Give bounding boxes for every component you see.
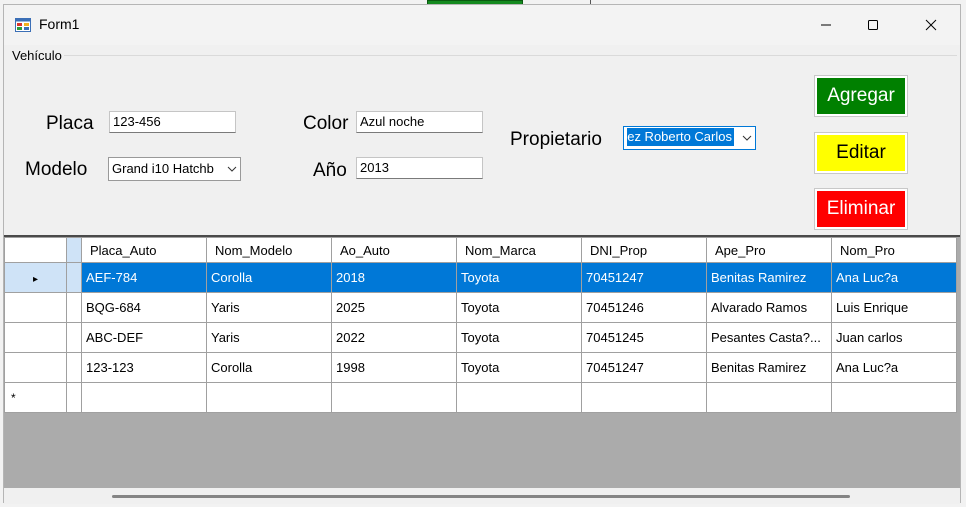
minimize-button[interactable] — [803, 5, 849, 45]
table-cell[interactable]: Luis Enrique — [831, 292, 957, 323]
horizontal-scrollbar-thumb[interactable] — [112, 495, 850, 498]
table-row[interactable]: ▸ AEF-784 Corolla 2018 Toyota 70451247 B… — [4, 262, 957, 293]
table-cell[interactable]: Pesantes Casta?... — [706, 322, 832, 353]
table-cell[interactable]: Ana Luc?a — [831, 262, 957, 293]
placa-input[interactable]: 123-456 — [109, 111, 236, 133]
table-cell[interactable]: 70451246 — [581, 292, 707, 323]
table-cell[interactable]: 70451247 — [581, 352, 707, 383]
table-row[interactable]: 123-123 Corolla 1998 Toyota 70451247 Ben… — [4, 352, 957, 383]
row-selection-strip — [66, 262, 82, 293]
table-cell[interactable]: BQG-684 — [81, 292, 207, 323]
table-row[interactable]: BQG-684 Yaris 2025 Toyota 70451246 Alvar… — [4, 292, 957, 323]
app-form-icon — [15, 18, 31, 32]
table-row[interactable]: ABC-DEF Yaris 2022 Toyota 70451245 Pesan… — [4, 322, 957, 353]
chevron-down-icon — [227, 166, 237, 172]
column-header-nom-pro[interactable]: Nom_Pro — [831, 237, 957, 263]
table-cell[interactable] — [581, 382, 707, 413]
table-cell[interactable]: 123-123 — [81, 352, 207, 383]
column-header-ao-auto[interactable]: Ao_Auto — [331, 237, 457, 263]
table-cell[interactable]: Toyota — [456, 322, 582, 353]
modelo-label: Modelo — [25, 159, 88, 180]
row-selection-strip — [66, 292, 82, 323]
propietario-combobox[interactable]: ez Roberto Carlos — [623, 126, 756, 150]
column-header-nom-modelo[interactable]: Nom_Modelo — [206, 237, 332, 263]
minimize-icon — [821, 24, 831, 26]
table-cell[interactable]: Yaris — [206, 322, 332, 353]
column-header-dni-prop[interactable]: DNI_Prop — [581, 237, 707, 263]
table-cell[interactable]: 1998 — [331, 352, 457, 383]
table-cell[interactable]: Toyota — [456, 262, 582, 293]
table-cell[interactable] — [456, 382, 582, 413]
table-cell[interactable]: 2025 — [331, 292, 457, 323]
window-title: Form1 — [39, 16, 80, 32]
table-cell[interactable] — [706, 382, 832, 413]
new-row-asterisk-icon: * — [11, 391, 16, 405]
table-cell[interactable]: 2018 — [331, 262, 457, 293]
groupbox-vehiculo-label: Vehículo — [12, 48, 64, 63]
table-cell[interactable]: Benitas Ramirez — [706, 352, 832, 383]
grid-corner-header[interactable] — [4, 237, 67, 263]
modelo-combobox[interactable]: Grand i10 Hatchb — [108, 157, 241, 181]
grid-selection-strip — [66, 237, 82, 263]
agregar-button[interactable]: Agregar — [814, 75, 908, 117]
table-cell[interactable]: Yaris — [206, 292, 332, 323]
row-header[interactable] — [4, 352, 67, 383]
table-cell[interactable]: Benitas Ramirez — [706, 262, 832, 293]
row-selection-strip — [66, 352, 82, 383]
column-header-ape-pro[interactable]: Ape_Pro — [706, 237, 832, 263]
table-cell[interactable]: 2022 — [331, 322, 457, 353]
editar-button[interactable]: Editar — [814, 132, 908, 174]
table-cell[interactable]: ABC-DEF — [81, 322, 207, 353]
table-cell[interactable]: Toyota — [456, 292, 582, 323]
table-cell[interactable]: Ana Luc?a — [831, 352, 957, 383]
modelo-combobox-value: Grand i10 Hatchb — [112, 161, 214, 176]
table-cell[interactable] — [831, 382, 957, 413]
current-row-indicator-icon: ▸ — [32, 274, 39, 285]
table-cell[interactable] — [81, 382, 207, 413]
table-cell[interactable]: Alvarado Ramos — [706, 292, 832, 323]
table-cell[interactable]: 70451245 — [581, 322, 707, 353]
column-header-placa-auto[interactable]: Placa_Auto — [81, 237, 207, 263]
table-cell[interactable] — [331, 382, 457, 413]
new-row-header[interactable]: * — [4, 382, 67, 413]
new-row[interactable]: * — [4, 382, 957, 413]
propietario-combobox-value: ez Roberto Carlos — [627, 128, 734, 146]
table-cell[interactable]: Corolla — [206, 352, 332, 383]
maximize-button[interactable] — [850, 5, 896, 45]
chevron-down-icon — [742, 135, 752, 141]
row-header[interactable] — [4, 322, 67, 353]
table-cell[interactable] — [206, 382, 332, 413]
grid-header-row: Placa_Auto Nom_Modelo Ao_Auto Nom_Marca … — [4, 237, 957, 263]
vehicles-table: Placa_Auto Nom_Modelo Ao_Auto Nom_Marca … — [4, 237, 957, 413]
eliminar-button[interactable]: Eliminar — [814, 188, 908, 230]
table-cell[interactable]: Toyota — [456, 352, 582, 383]
close-icon — [925, 19, 937, 31]
table-cell[interactable]: 70451247 — [581, 262, 707, 293]
color-input[interactable]: Azul noche — [356, 111, 483, 133]
row-header[interactable] — [4, 292, 67, 323]
row-selection-strip — [66, 382, 82, 413]
vehicles-datagridview[interactable]: Placa_Auto Nom_Modelo Ao_Auto Nom_Marca … — [4, 235, 960, 504]
table-cell[interactable]: Juan carlos — [831, 322, 957, 353]
anio-label: Año — [313, 160, 347, 181]
row-selection-strip — [66, 322, 82, 353]
table-cell[interactable]: Corolla — [206, 262, 332, 293]
placa-label: Placa — [46, 113, 94, 134]
form-window: Form1 Vehículo Placa 123-456 Modelo Gran… — [3, 4, 961, 504]
anio-input[interactable]: 2013 — [356, 157, 483, 179]
groupbox-border — [64, 55, 957, 56]
row-header-current[interactable]: ▸ — [4, 262, 67, 293]
close-button[interactable] — [908, 5, 954, 45]
title-bar[interactable]: Form1 — [4, 5, 960, 45]
column-header-nom-marca[interactable]: Nom_Marca — [456, 237, 582, 263]
horizontal-scrollbar[interactable] — [4, 488, 960, 504]
maximize-icon — [868, 20, 878, 30]
color-label: Color — [303, 113, 349, 134]
propietario-label: Propietario — [510, 129, 602, 150]
table-cell[interactable]: AEF-784 — [81, 262, 207, 293]
